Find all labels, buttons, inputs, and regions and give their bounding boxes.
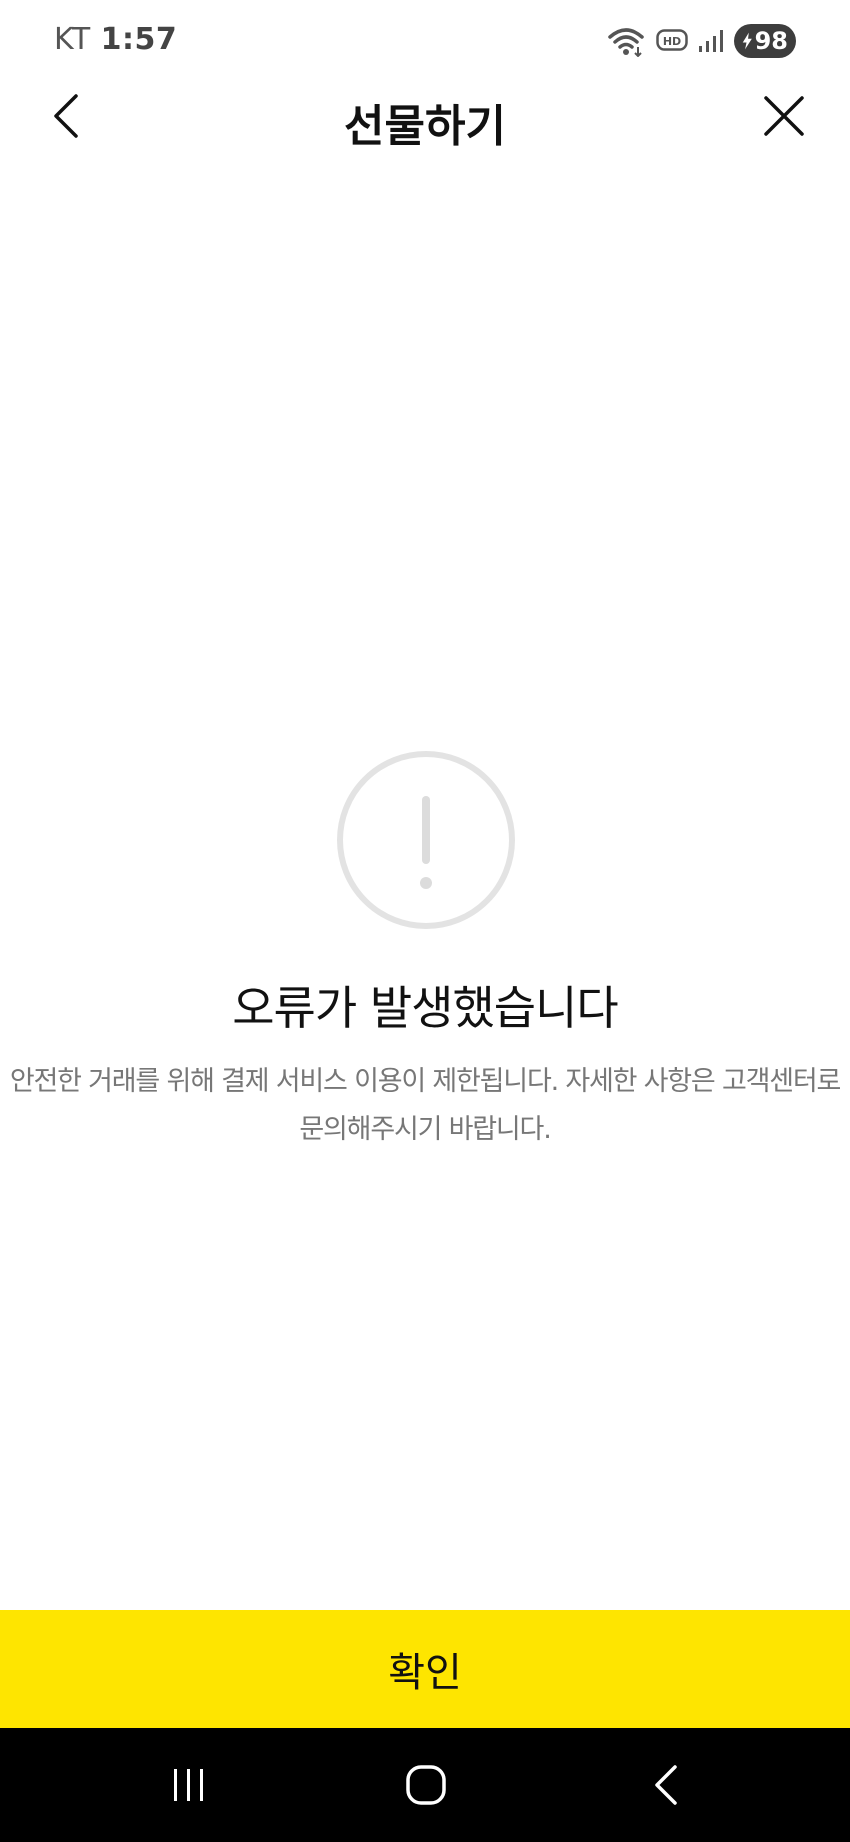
clock: 1:57 — [100, 22, 178, 57]
error-message: 안전한 거래를 위해 결제 서비스 이용이 제한됩니다. 자세한 사항은 고객센… — [6, 1058, 844, 1154]
error-message-line-2: 문의해주시기 바랍니다. — [299, 1114, 551, 1145]
status-icons: HD 98 — [606, 22, 796, 60]
close-icon — [764, 96, 804, 136]
navigation-bar — [0, 1728, 850, 1842]
page-title: 선물하기 — [344, 101, 506, 152]
bolt-icon — [742, 32, 752, 50]
error-title: 오류가 발생했습니다 — [232, 981, 619, 1035]
system-back-button[interactable] — [636, 1755, 696, 1815]
wifi-icon — [606, 25, 646, 57]
confirm-button[interactable]: 확인 — [0, 1610, 850, 1728]
battery-level: 98 — [754, 27, 788, 55]
recents-icon — [174, 1769, 203, 1801]
status-bar: KT 1:57 HD 98 — [0, 0, 850, 80]
error-message-line-1: 안전한 거래를 위해 결제 서비스 이용이 제한됩니다. 자세한 사항은 고객센… — [9, 1066, 842, 1097]
header: 선물하기 — [0, 80, 850, 152]
close-button[interactable] — [756, 88, 812, 144]
carrier-label: KT — [54, 22, 91, 57]
status-left: KT 1:57 — [54, 22, 177, 57]
home-button[interactable] — [396, 1755, 456, 1815]
recents-button[interactable] — [159, 1755, 219, 1815]
screen: KT 1:57 HD 98 선물하기 오류가 발생했습니다 안전한 거래를 위해… — [0, 0, 850, 1842]
signal-icon — [698, 28, 724, 54]
hd-voice-icon: HD — [656, 28, 688, 54]
back-icon — [655, 1765, 677, 1805]
exclamation-circle-icon — [336, 750, 516, 930]
svg-text:HD: HD — [663, 35, 681, 48]
battery-charging-icon: 98 — [734, 24, 796, 58]
home-icon — [406, 1765, 446, 1805]
